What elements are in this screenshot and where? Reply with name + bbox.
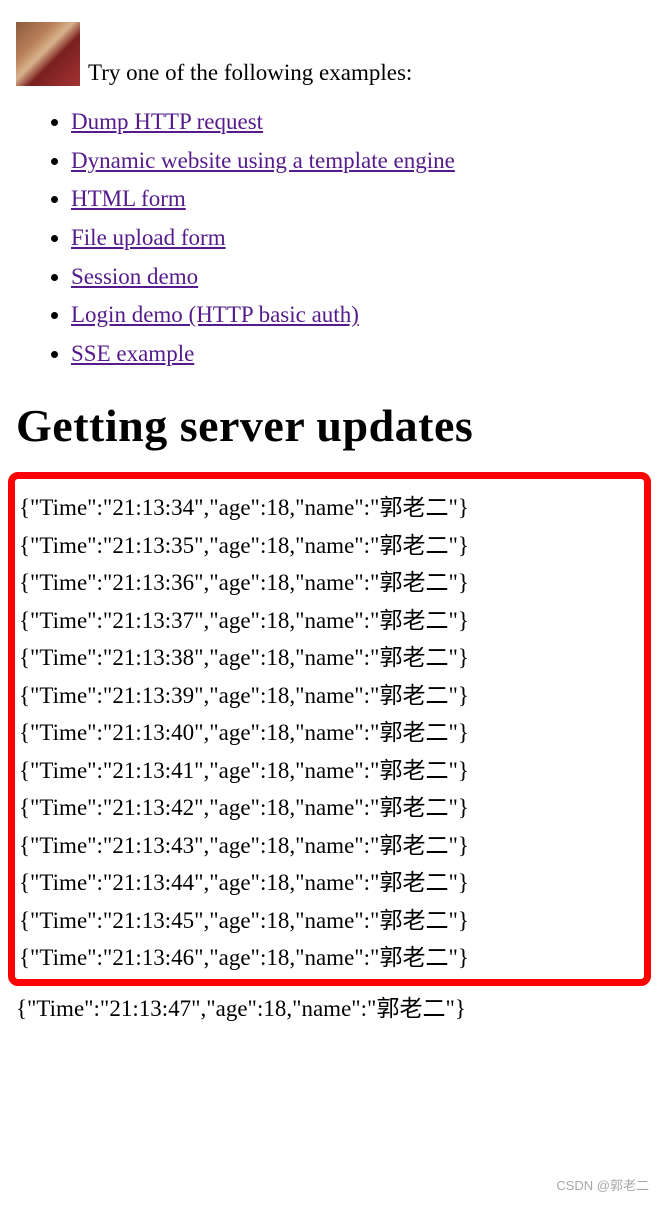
example-link[interactable]: Dump HTTP request xyxy=(71,109,263,134)
examples-list: Dump HTTP request Dynamic website using … xyxy=(16,104,645,371)
example-link[interactable]: Dynamic website using a template engine xyxy=(71,148,455,173)
update-line: {"Time":"21:13:38","age":18,"name":"郭老二"… xyxy=(15,639,642,676)
list-item: Dump HTTP request xyxy=(71,104,645,140)
update-line: {"Time":"21:13:44","age":18,"name":"郭老二"… xyxy=(15,864,642,901)
update-line: {"Time":"21:13:42","age":18,"name":"郭老二"… xyxy=(15,789,642,826)
example-link[interactable]: Session demo xyxy=(71,264,198,289)
example-link[interactable]: SSE example xyxy=(71,341,194,366)
update-line: {"Time":"21:13:36","age":18,"name":"郭老二"… xyxy=(15,564,642,601)
list-item: SSE example xyxy=(71,336,645,372)
update-line: {"Time":"21:13:35","age":18,"name":"郭老二"… xyxy=(15,527,642,564)
example-link[interactable]: File upload form xyxy=(71,225,226,250)
avatar xyxy=(16,22,80,86)
update-line: {"Time":"21:13:37","age":18,"name":"郭老二"… xyxy=(15,602,642,639)
update-line: {"Time":"21:13:39","age":18,"name":"郭老二"… xyxy=(15,677,642,714)
list-item: Session demo xyxy=(71,259,645,295)
highlight-box: {"Time":"21:13:34","age":18,"name":"郭老二"… xyxy=(8,472,651,985)
update-line: {"Time":"21:13:45","age":18,"name":"郭老二"… xyxy=(15,902,642,939)
list-item: Dynamic website using a template engine xyxy=(71,143,645,179)
watermark: CSDN @郭老二 xyxy=(556,1175,649,1194)
update-line: {"Time":"21:13:40","age":18,"name":"郭老二"… xyxy=(15,714,642,751)
section-heading: Getting server updates xyxy=(16,399,645,452)
example-link[interactable]: HTML form xyxy=(71,186,186,211)
list-item: HTML form xyxy=(71,181,645,217)
header-row: Try one of the following examples: xyxy=(16,22,645,86)
update-line: {"Time":"21:13:46","age":18,"name":"郭老二"… xyxy=(15,939,642,976)
example-link[interactable]: Login demo (HTTP basic auth) xyxy=(71,302,359,327)
list-item: File upload form xyxy=(71,220,645,256)
list-item: Login demo (HTTP basic auth) xyxy=(71,297,645,333)
intro-text: Try one of the following examples: xyxy=(88,60,412,86)
update-line: {"Time":"21:13:41","age":18,"name":"郭老二"… xyxy=(15,752,642,789)
update-line: {"Time":"21:13:43","age":18,"name":"郭老二"… xyxy=(15,827,642,864)
update-line: {"Time":"21:13:34","age":18,"name":"郭老二"… xyxy=(15,489,642,526)
update-line: {"Time":"21:13:47","age":18,"name":"郭老二"… xyxy=(16,990,645,1027)
